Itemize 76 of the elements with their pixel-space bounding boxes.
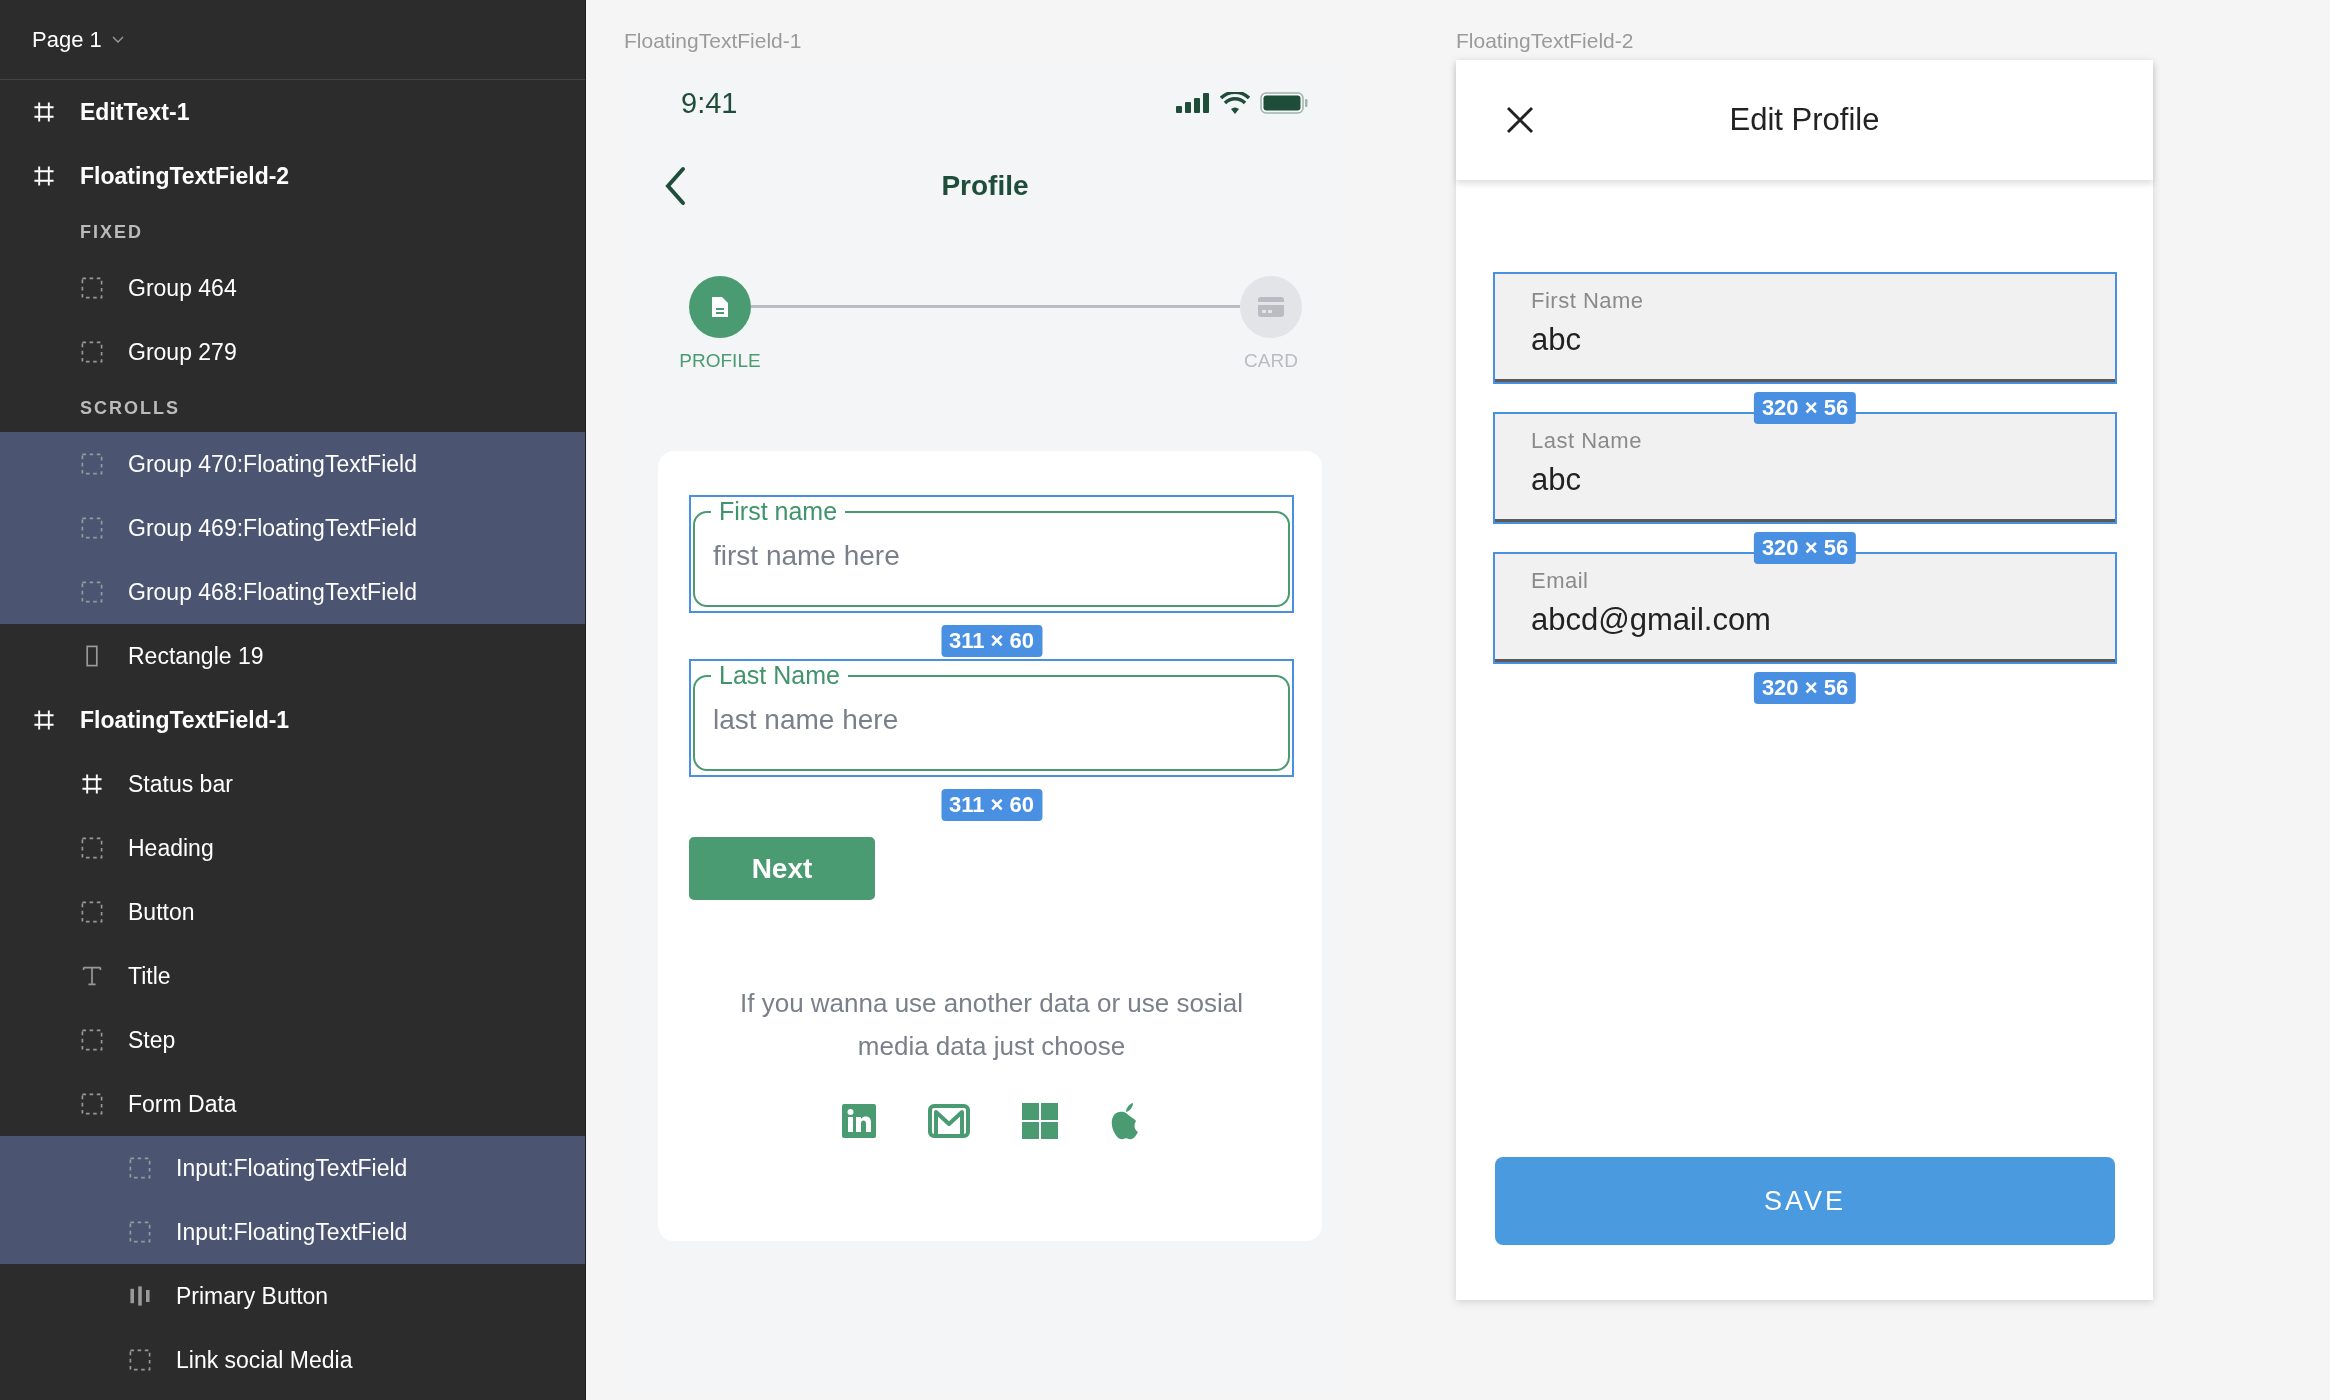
size-badge: 320 × 56: [1753, 532, 1857, 564]
layer-item[interactable]: Primary Button: [0, 1264, 585, 1328]
bars-icon: [128, 1284, 152, 1308]
size-badge: 320 × 56: [1753, 392, 1857, 424]
in-logo-icon[interactable]: [841, 1104, 876, 1138]
field-label: First Name: [1531, 288, 1645, 314]
field-label: Last Name: [718, 661, 841, 690]
mail-icon[interactable]: [927, 1104, 970, 1138]
hint-text: If you wanna use another data or use sosial media data just choose: [739, 987, 1244, 1063]
frame-icon: [80, 772, 104, 796]
layer-item[interactable]: Status bar: [0, 752, 585, 816]
dashed-square-icon: [128, 1348, 152, 1372]
layer-item[interactable]: Input:FloatingTextField: [0, 1136, 585, 1200]
layer-item[interactable]: FloatingTextField-1: [0, 688, 585, 752]
signal-icon: [1176, 93, 1210, 113]
size-badge: 320 × 56: [1753, 672, 1857, 704]
dashed-square-icon: [80, 1028, 104, 1052]
size-badge: 311 × 60: [941, 789, 1042, 821]
layer-item[interactable]: Form Data: [0, 1072, 585, 1136]
frame-label: FloatingTextField-2: [1456, 29, 1634, 53]
dashed-square-icon: [80, 836, 104, 860]
field-label: Last Name: [1531, 428, 1643, 454]
wifi-icon: [1220, 92, 1250, 114]
four-squares-icon[interactable]: [1021, 1103, 1058, 1139]
back-icon: [664, 166, 686, 206]
layer-item[interactable]: Group 464: [0, 256, 585, 320]
field-value: abc: [1531, 322, 1582, 358]
layer-item[interactable]: Rectangle 19: [0, 624, 585, 688]
layer-item[interactable]: Group 279: [0, 320, 585, 384]
layer-item[interactable]: Button: [0, 880, 585, 944]
frame-icon: [32, 100, 56, 124]
step-label: PROFILE: [679, 350, 761, 372]
dashed-square-icon: [80, 516, 104, 540]
section-label: SCROLLS: [79, 397, 181, 420]
layer-item[interactable]: Input:FloatingTextField: [0, 1200, 585, 1264]
layer-item[interactable]: Group 469:FloatingTextField: [0, 496, 585, 560]
input-field[interactable]: last name here: [713, 694, 1270, 746]
field-label: Email: [1531, 568, 1590, 594]
size-badge: 311 × 60: [941, 625, 1042, 657]
section-label: FIXED: [79, 221, 144, 244]
status-time: 9:41: [681, 86, 738, 120]
card-icon: [1258, 297, 1284, 317]
chevron-down-icon: [111, 35, 124, 44]
document-icon: [710, 295, 730, 319]
layer-item[interactable]: Title: [0, 944, 585, 1008]
text-icon: [80, 964, 104, 988]
input-field[interactable]: first name here: [713, 530, 1270, 582]
layer-item[interactable]: Step: [0, 1008, 585, 1072]
frame-icon: [32, 164, 56, 188]
layer-item[interactable]: Link social Media: [0, 1328, 585, 1392]
dashed-square-icon: [80, 900, 104, 924]
close-icon: [1506, 106, 1534, 134]
app-bar-title: Edit Profile: [1729, 102, 1880, 138]
frame-label: FloatingTextField-1: [624, 29, 802, 53]
dashed-square-icon: [80, 1092, 104, 1116]
layer-item[interactable]: EditText-1: [0, 80, 585, 144]
dashed-square-icon: [80, 580, 104, 604]
dashed-square-icon: [80, 340, 104, 364]
field-label: First name: [718, 497, 839, 526]
layer-item[interactable]: Group 468:FloatingTextField: [0, 560, 585, 624]
battery-icon: [1260, 92, 1308, 114]
step-label: CARD: [1244, 350, 1298, 372]
dashed-square-icon: [80, 452, 104, 476]
field-value: abc: [1531, 462, 1582, 498]
layer-item[interactable]: FloatingTextField-2: [0, 144, 585, 208]
screen-title: Profile: [941, 170, 1029, 202]
text-field[interactable]: First Name abc: [1493, 272, 2117, 384]
frame-icon: [32, 708, 56, 732]
field-value: abcd@gmail.com: [1531, 602, 1772, 638]
page-selector[interactable]: Page 1: [32, 26, 124, 53]
layer-item[interactable]: Group 470:FloatingTextField: [0, 432, 585, 496]
dashed-square-icon: [80, 276, 104, 300]
back-button[interactable]: [664, 166, 686, 206]
dashed-square-icon: [128, 1156, 152, 1180]
dashed-square-icon: [128, 1220, 152, 1244]
layer-item[interactable]: Heading: [0, 816, 585, 880]
